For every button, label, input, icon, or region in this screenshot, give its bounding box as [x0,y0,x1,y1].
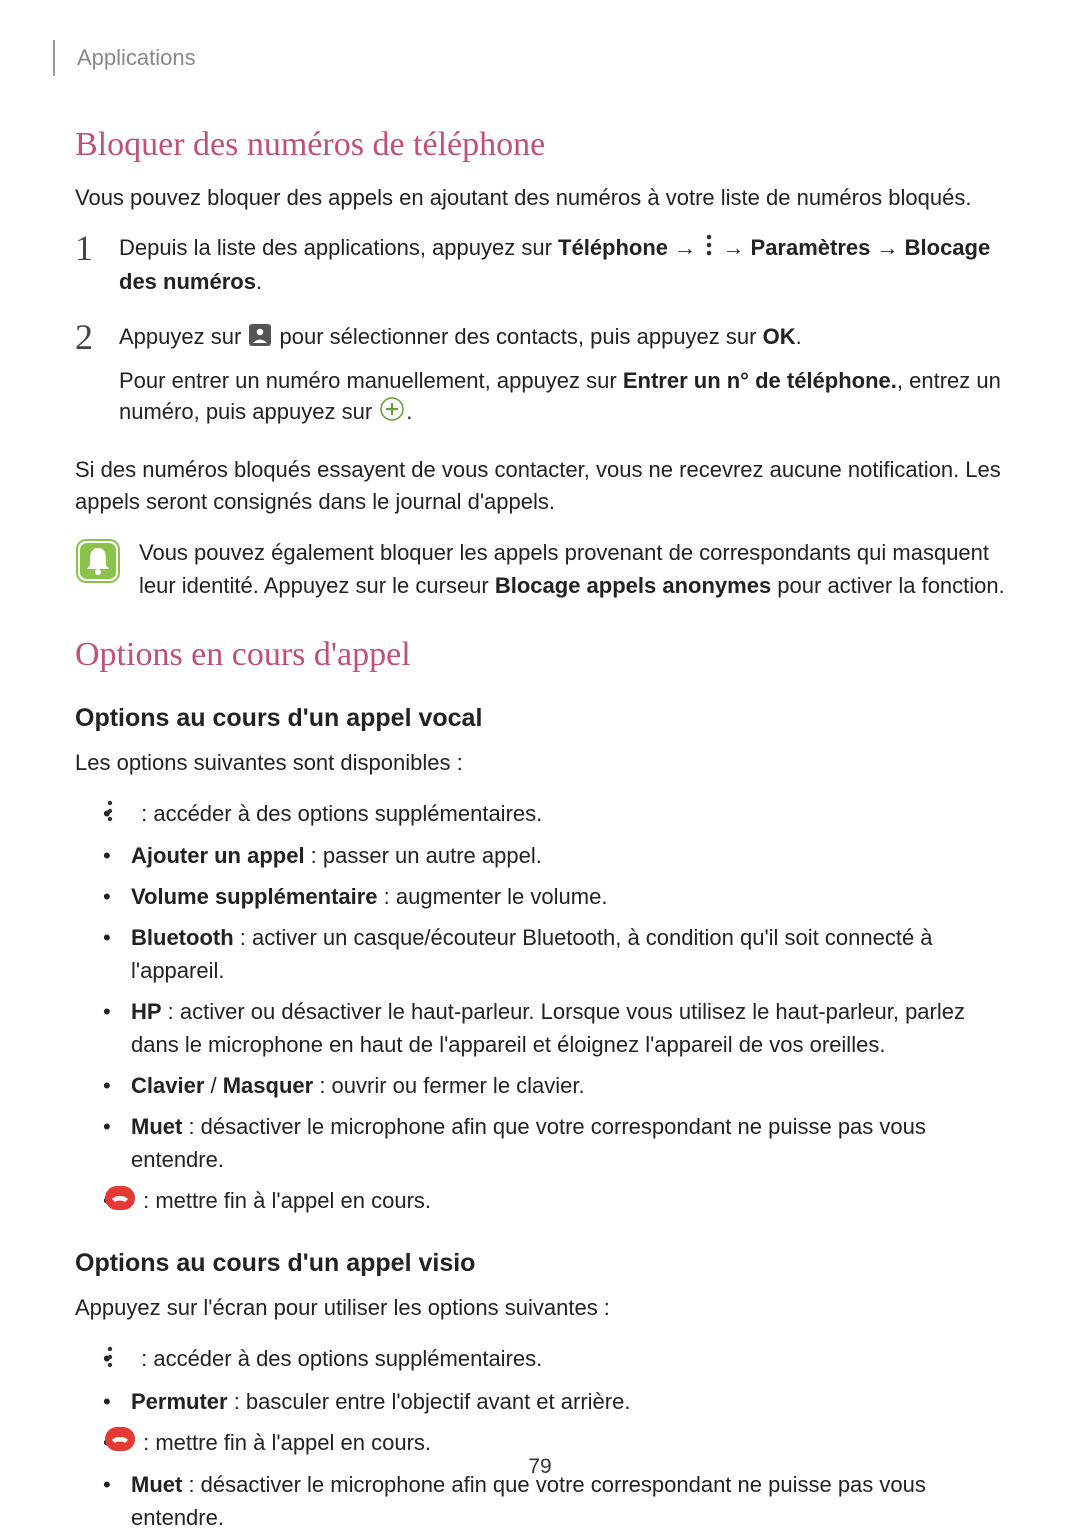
label-entrer-numero: Entrer un n° de téléphone. [623,368,897,393]
subheading-visio: Options au cours d'un appel visio [75,1249,1005,1278]
heading-options-appel: Options en cours d'appel [75,636,1005,674]
note-block: Vous pouvez également bloquer les appels… [75,536,1005,602]
label: Volume supplémentaire [131,884,378,909]
arrow: → [668,235,702,260]
text: : basculer entre l'objectif avant et arr… [228,1389,631,1414]
text: : désactiver le microphone afin que votr… [131,1114,926,1172]
label: Masquer [223,1073,313,1098]
page-number: 79 [0,1455,1080,1479]
step-number: 1 [75,230,119,266]
intro-text: Vous pouvez bloquer des appels en ajouta… [75,182,1005,214]
label-parametres: Paramètres [751,235,871,260]
list-item: : accéder à des options supplémentaires. [75,797,1005,832]
text: : activer ou désactiver le haut-parleur.… [131,999,965,1057]
text: . [406,399,412,424]
text: Depuis la liste des applications, appuye… [119,235,558,260]
intro-visio: Appuyez sur l'écran pour utiliser les op… [75,1292,1005,1324]
text: : ouvrir ou fermer le clavier. [313,1073,584,1098]
arrow: → [716,235,750,260]
text: : passer un autre appel. [305,843,542,868]
list-item: Bluetooth : activer un casque/écouteur B… [75,921,1005,987]
text: : mettre fin à l'appel en cours. [137,1430,431,1455]
end-call-icon [133,1186,135,1219]
step-number: 2 [75,319,119,355]
heading-block-numbers: Bloquer des numéros de téléphone [75,126,1005,164]
label: Bluetooth [131,925,234,950]
options-vocal-list: : accéder à des options supplémentaires.… [75,797,1005,1219]
text: Pour entrer un numéro manuellement, appu… [119,368,623,393]
breadcrumb: Applications [53,40,1005,76]
list-item: Ajouter un appel : passer un autre appel… [75,839,1005,872]
plus-circle-icon [380,397,404,430]
label-telephone: Téléphone [558,235,668,260]
text: . [256,269,262,294]
label: Ajouter un appel [131,843,305,868]
list-item: Muet : désactiver le microphone afin que… [75,1110,1005,1176]
text: pour sélectionner des contacts, puis app… [273,324,762,349]
list-item: HP : activer ou désactiver le haut-parle… [75,995,1005,1061]
text: . [796,324,802,349]
label: Clavier [131,1073,204,1098]
label: HP [131,999,162,1024]
contact-icon [249,323,271,355]
list-item: Volume supplémentaire : augmenter le vol… [75,880,1005,913]
step-body: Depuis la liste des applications, appuye… [119,232,1005,308]
step-2: 2 Appuyez sur pour sélectionner des cont… [75,321,1005,440]
list-item: Clavier / Masquer : ouvrir ou fermer le … [75,1069,1005,1102]
step-1: 1 Depuis la liste des applications, appu… [75,232,1005,308]
text: : accéder à des options supplémentaires. [135,801,542,826]
after-steps-text: Si des numéros bloqués essayent de vous … [75,454,1005,518]
label: Permuter [131,1389,228,1414]
note-text: Vous pouvez également bloquer les appels… [139,536,1005,602]
list-item: : mettre fin à l'appel en cours. [75,1184,1005,1219]
arrow: → [870,235,904,260]
text: : accéder à des options supplémentaires. [135,1346,542,1371]
text: : activer un casque/écouteur Bluetooth, … [131,925,933,983]
text: / [204,1073,222,1098]
step-body: Appuyez sur pour sélectionner des contac… [119,321,1005,440]
subheading-vocal: Options au cours d'un appel vocal [75,704,1005,733]
text: : mettre fin à l'appel en cours. [137,1188,431,1213]
text: Appuyez sur [119,324,247,349]
bell-note-icon [75,538,121,584]
list-item: : accéder à des options supplémentaires. [75,1342,1005,1377]
options-visio-list: : accéder à des options supplémentaires.… [75,1342,1005,1534]
label: Muet [131,1114,182,1139]
list-item: Permuter : basculer entre l'objectif ava… [75,1385,1005,1418]
intro-vocal: Les options suivantes sont disponibles : [75,747,1005,779]
label-ok: OK [763,324,796,349]
text: : désactiver le microphone afin que votr… [131,1472,926,1530]
text: : augmenter le volume. [378,884,608,909]
label-blocage-anonymes: Blocage appels anonymes [495,573,771,598]
breadcrumb-text: Applications [77,45,196,71]
text: pour activer la fonction. [771,573,1005,598]
more-vert-icon [704,233,714,266]
